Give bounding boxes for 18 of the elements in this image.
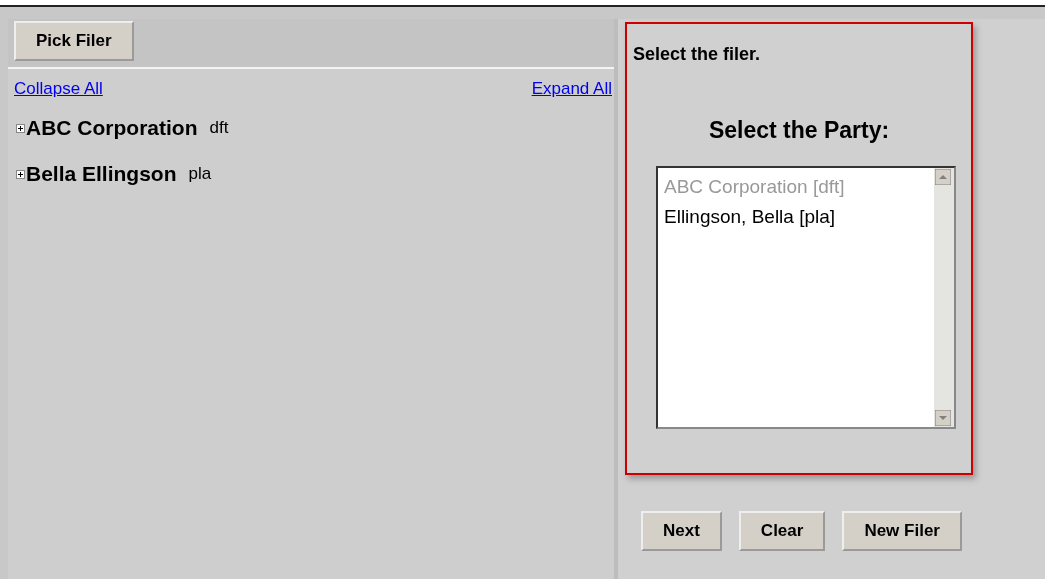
scroll-up-icon[interactable] <box>935 169 951 185</box>
expand-all-link[interactable]: Expand All <box>531 79 612 99</box>
expand-toggle-icon[interactable] <box>16 123 25 133</box>
party-name[interactable]: ABC Corporation <box>26 116 198 140</box>
collapse-all-link[interactable]: Collapse All <box>14 79 103 99</box>
scroll-down-icon[interactable] <box>935 410 951 426</box>
expand-toggle-icon[interactable] <box>16 169 25 179</box>
party-heading: Select the Party: <box>707 117 891 144</box>
next-button[interactable]: Next <box>641 511 722 551</box>
instruction-text: Select the filer. <box>633 44 762 65</box>
clear-button[interactable]: Clear <box>738 511 826 551</box>
party-name[interactable]: Bella Ellingson <box>26 162 177 186</box>
party-role: dft <box>209 118 229 138</box>
party-option[interactable]: Ellingson, Bella [pla] <box>664 202 928 232</box>
pick-filer-button[interactable]: Pick Filer <box>14 21 134 61</box>
party-role: pla <box>188 164 212 184</box>
scrollbar[interactable] <box>934 168 954 427</box>
new-filer-button[interactable]: New Filer <box>842 511 962 551</box>
